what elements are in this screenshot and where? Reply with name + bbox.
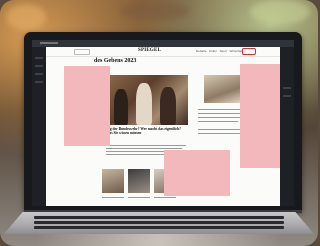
site-topnav: SPIEGEL Debatte · Kultur · Sport · Wirts… (46, 47, 280, 57)
redaction-box (64, 66, 110, 146)
article-thumbnail (102, 169, 124, 193)
bokeh-light (6, 4, 46, 30)
person-figure (136, 83, 152, 125)
sidebar-line (283, 95, 291, 97)
hero-image (106, 75, 188, 125)
browser-toolbar (32, 40, 294, 47)
article-thumbnail (128, 169, 150, 193)
laptop-keyboard (4, 212, 314, 234)
body-text-line (154, 197, 176, 198)
key-row (34, 221, 284, 224)
bokeh-light (250, 0, 310, 24)
key-row (34, 216, 284, 219)
browser-logo (40, 42, 58, 44)
body-text-line (106, 145, 186, 146)
body-text-line (102, 197, 124, 198)
sidebar-line (283, 87, 291, 89)
body-text-line (198, 113, 242, 114)
sidebar-line (35, 73, 43, 75)
lead-story-title: Tag der Bundeswehr? Wer macht das eigent… (106, 127, 181, 135)
body-text-line (198, 133, 240, 134)
sidebar-line (35, 81, 43, 83)
sidebar-article-image (204, 75, 244, 103)
redaction-box (240, 64, 280, 168)
body-text-line (128, 197, 150, 198)
subscribe-button (242, 48, 256, 55)
page-headline: des Gebens 2023 (94, 58, 137, 64)
bokeh-light (120, 2, 190, 20)
sidebar-line (35, 57, 43, 59)
body-text-line (106, 154, 166, 155)
body-text-line (198, 117, 244, 118)
body-text-line (198, 109, 246, 110)
search-field (74, 49, 90, 55)
sidebar-line (35, 65, 43, 67)
body-text-line (198, 129, 244, 130)
right-sidebar (280, 47, 294, 206)
key-row (34, 226, 284, 229)
body-text-line (198, 121, 238, 122)
redaction-box (164, 150, 230, 196)
photo-frame: SPIEGEL Debatte · Kultur · Sport · Wirts… (0, 0, 318, 246)
person-figure (160, 87, 176, 125)
nav-links: Debatte · Kultur · Sport · Wirtschaft (196, 49, 243, 53)
left-sidebar (32, 47, 46, 206)
person-figure (114, 89, 128, 125)
body-text-line (106, 148, 182, 149)
site-brand: SPIEGEL (138, 48, 162, 53)
